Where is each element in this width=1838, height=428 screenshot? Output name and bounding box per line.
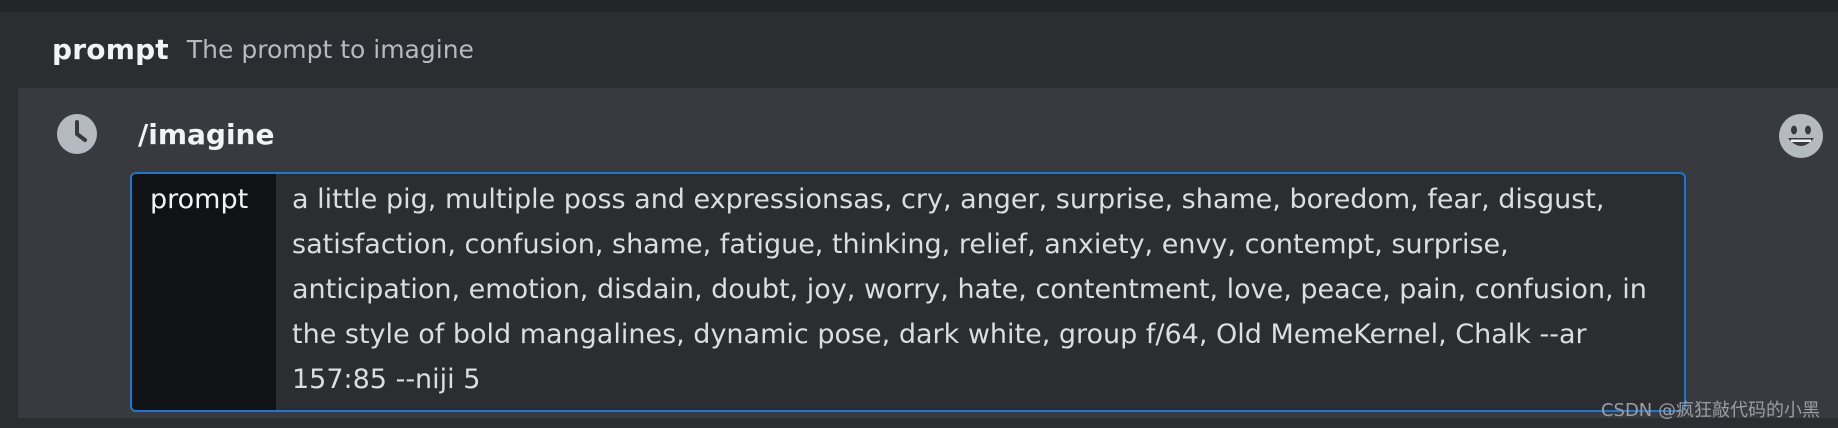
- slash-command-panel: prompt The prompt to imagine /imagine pr…: [0, 0, 1838, 428]
- option-description: The prompt to imagine: [186, 34, 474, 64]
- watermark: CSDN @疯狂敲代码的小黑: [1600, 400, 1820, 421]
- prompt-input[interactable]: a little pig, multiple poss and expressi…: [276, 174, 1684, 410]
- panel-top-edge: [0, 0, 1838, 12]
- option-name: prompt: [52, 32, 169, 66]
- clock-icon[interactable]: [56, 113, 98, 155]
- smiley-face-icon[interactable]: [1777, 112, 1825, 160]
- option-hint-bar: prompt The prompt to imagine: [18, 12, 1838, 86]
- command-name: /imagine: [138, 118, 275, 151]
- prompt-parameter-field[interactable]: prompt a little pig, multiple poss and e…: [130, 172, 1686, 412]
- parameter-label: prompt: [132, 174, 276, 410]
